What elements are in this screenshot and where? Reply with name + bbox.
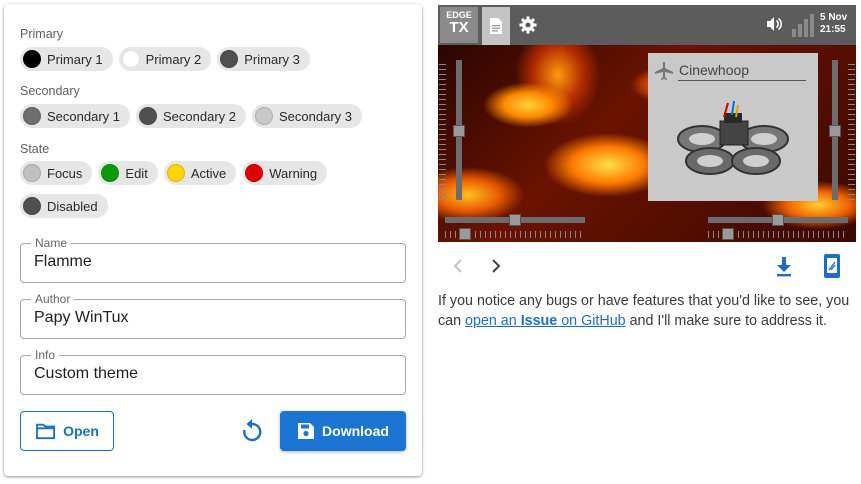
chip-edit[interactable]: Edit [98,161,158,185]
document-tab [482,7,510,45]
chip-primary-3[interactable]: Primary 3 [217,47,310,71]
name-input[interactable] [34,253,394,271]
color-swatch [101,164,120,182]
name-field: Name [20,236,406,283]
primary-section-title: Primary [20,27,64,41]
secondary-chip-row: Secondary 1 Secondary 2 Secondary 3 [20,104,362,128]
chip-label: Disabled [47,198,98,214]
chip-secondary-2[interactable]: Secondary 2 [136,104,246,128]
document-icon [490,18,502,34]
download-button-label: Download [322,423,389,439]
radio-screen-preview: EDGE TX 5 Nov 21:55 Cinewhoop [438,5,856,242]
chip-focus[interactable]: Focus [20,161,93,185]
color-swatch [121,50,140,68]
edgetx-logo: EDGE TX [440,7,478,43]
download-button[interactable]: Download [280,411,406,451]
right-bottom-trim-knob [722,228,734,240]
github-issue-link[interactable]: open an Issue on GitHub [465,313,626,329]
state-section-title: State [20,142,50,156]
chip-active[interactable]: Active [163,161,237,185]
chip-disabled[interactable]: Disabled [20,194,108,218]
chip-secondary-3[interactable]: Secondary 3 [252,104,362,128]
color-swatch [23,50,41,68]
info-field: Info [20,348,406,395]
model-name-underline [678,80,806,81]
chip-label: Edit [125,165,148,181]
next-chevron-icon[interactable] [488,255,504,277]
chip-label: Active [190,165,227,181]
model-info-widget: Cinewhoop [648,53,818,201]
chip-label: Secondary 2 [163,108,236,124]
color-swatch [166,164,185,182]
save-icon [298,423,315,439]
chip-label: Primary 1 [47,51,103,67]
date-text: 5 Nov [820,12,848,23]
right-trim-ticks [848,60,855,200]
author-field: Author [20,292,406,339]
left-vertical-trim-knob [453,125,465,137]
color-swatch [255,107,273,125]
model-name: Cinewhoop [679,62,750,78]
date-time-readout: 5 Nov 21:55 [820,12,847,36]
download-arrow-icon[interactable] [773,255,795,277]
color-swatch [23,107,41,125]
chip-primary-2[interactable]: Primary 2 [118,47,212,71]
airplane-icon [655,62,673,80]
reset-icon [243,419,262,442]
volume-icon [767,17,782,31]
gear-icon [519,16,537,34]
secondary-section-title: Secondary [20,84,80,98]
previous-chevron-icon[interactable] [450,255,466,277]
color-swatch [245,164,264,182]
chip-label: Focus [47,165,83,181]
reset-button[interactable] [240,418,264,444]
device-preview-icon[interactable] [821,253,843,279]
left-horizontal-trim-knob [509,214,521,226]
color-swatch [23,197,41,215]
color-swatch [23,164,41,182]
chip-primary-1[interactable]: Primary 1 [20,47,113,71]
note-text-after: and I'll make sure to address it. [625,313,827,329]
open-button-label: Open [63,423,99,439]
info-field-label: Info [31,348,60,362]
chip-label: Secondary 3 [279,108,352,124]
right-vertical-trim-knob [829,125,841,137]
left-bottom-trim-knob [459,228,471,240]
author-input[interactable] [34,309,394,327]
chip-warning[interactable]: Warning [242,161,328,185]
chip-label: Primary 2 [145,51,202,67]
chip-secondary-1[interactable]: Secondary 1 [20,104,130,128]
chip-label: Primary 3 [244,51,300,67]
state-chip-row-2: Disabled [20,194,108,218]
feedback-note: If you notice any bugs or have features … [438,291,856,331]
right-horizontal-trim-knob [772,214,784,226]
cinewhoop-drone-image [677,100,789,175]
left-trim-ticks [439,60,446,200]
signal-bars-icon [792,14,814,37]
theme-editor-card: Primary Primary 1 Primary 2 Primary 3 Se… [4,4,422,476]
info-input[interactable] [34,365,394,383]
author-field-label: Author [31,292,75,306]
folder-icon [36,423,56,440]
name-field-label: Name [31,236,72,250]
primary-chip-row: Primary 1 Primary 2 Primary 3 [20,47,310,71]
color-swatch [139,107,157,125]
chip-label: Secondary 1 [47,108,120,124]
radio-top-bar: EDGE TX 5 Nov 21:55 [438,5,856,45]
open-button[interactable]: Open [20,411,114,451]
color-swatch [220,50,239,68]
time-text: 21:55 [820,24,846,35]
chip-label: Warning [269,165,318,181]
state-chip-row: Focus Edit Active Warning [20,161,328,185]
